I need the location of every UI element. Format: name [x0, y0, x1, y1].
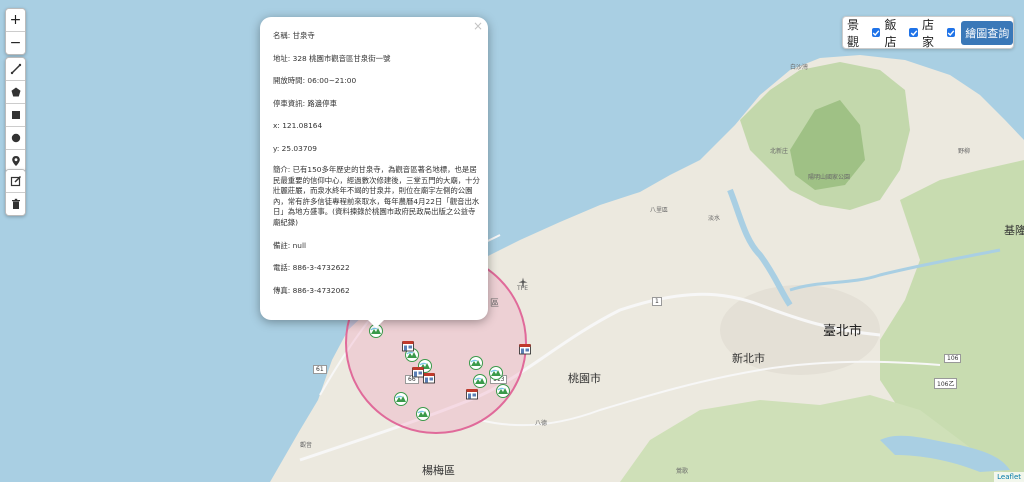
info-popup: × 名稱: 甘泉寺 地址: 328 桃園市觀音區甘泉街一號 開放時間: 06:0… [260, 17, 488, 320]
edit-icon[interactable] [6, 170, 25, 193]
popup-content: 名稱: 甘泉寺 地址: 328 桃園市觀音區甘泉街一號 開放時間: 06:00~… [273, 30, 480, 307]
popup-x: x: 121.08164 [273, 121, 323, 130]
label-district-partial: 區 [490, 299, 500, 309]
popup-description: 簡介: 已有150多年歷史的甘泉寺，為觀音區著名地標，也是居民最重要的信仰中心，… [273, 165, 480, 227]
popup-remark: 備註: null [273, 240, 307, 250]
draw-toolbar [5, 57, 26, 173]
popup-fax: 傳真: 886-3-4732062 [273, 285, 350, 295]
zoom-in-button[interactable]: + [6, 9, 25, 32]
circle-icon[interactable] [6, 127, 25, 150]
scenic-marker-icon[interactable] [416, 406, 430, 425]
scenic-marker-icon[interactable] [469, 355, 483, 374]
zoom-out-button[interactable]: − [6, 32, 25, 54]
road-shield-61: 61 [313, 365, 327, 374]
rectangle-icon[interactable] [6, 104, 25, 127]
airport-icon [518, 272, 528, 291]
layer-label-scenic: 景觀 [847, 17, 860, 49]
label-guanyin: 觀音 [300, 442, 313, 449]
layer-label-hotel: 飯店 [884, 17, 897, 49]
layer-control: 景觀 飯店 店家 繪圖查詢 [842, 16, 1014, 49]
shop-marker-icon[interactable] [411, 364, 425, 383]
map-canvas[interactable] [0, 0, 1024, 482]
edit-toolbar [5, 169, 26, 216]
shop-marker-icon[interactable] [465, 386, 479, 405]
layer-checkbox-shop[interactable] [946, 28, 956, 37]
zoom-control: + − [5, 8, 26, 55]
polygon-icon[interactable] [6, 81, 25, 104]
label-yingge: 鶯歌 [676, 468, 689, 475]
scenic-marker-icon[interactable] [496, 383, 510, 402]
label-bali: 八里區 [650, 207, 669, 214]
label-new-taipei: 新北市 [732, 352, 765, 365]
scenic-marker-icon[interactable] [489, 365, 503, 384]
popup-hours: 開放時間: 06:00~21:00 [273, 76, 357, 85]
road-shield-106b: 106乙 [934, 378, 958, 389]
popup-address: 地址: 328 桃園市觀音區甘泉街一號 [273, 53, 391, 63]
draw-query-button[interactable]: 繪圖查詢 [961, 20, 1013, 45]
shop-marker-icon[interactable] [401, 338, 415, 357]
attribution-link[interactable]: Leaflet [994, 472, 1024, 482]
label-keelung-partial: 基隆 [1004, 224, 1024, 237]
road-shield-106: 106 [944, 354, 962, 363]
popup-y: y: 25.03709 [273, 143, 317, 153]
label-taoyuan: 桃園市 [568, 372, 601, 385]
label-yangmei: 楊梅區 [422, 464, 455, 477]
popup-tip [367, 319, 385, 328]
label-beishi: 北新庄 [770, 148, 789, 155]
trash-icon[interactable] [6, 193, 25, 215]
layer-label-shop: 店家 [921, 17, 934, 49]
label-taipei: 臺北市 [823, 324, 863, 339]
label-baisha: 白沙灣 [790, 64, 809, 71]
label-yeliu: 野柳 [958, 148, 971, 155]
road-shield-1: 1 [652, 297, 662, 306]
scenic-marker-icon[interactable] [394, 391, 408, 410]
layer-checkbox-hotel[interactable] [909, 28, 918, 37]
popup-phone: 電話: 886-3-4732622 [273, 263, 350, 272]
popup-name: 名稱: 甘泉寺 [273, 31, 315, 40]
popup-parking: 停車資訊: 路邊停車 [273, 98, 337, 108]
layer-checkbox-scenic[interactable] [871, 28, 881, 37]
label-yangming: 陽明山國家公園 [808, 174, 851, 181]
label-bade: 八德 [535, 420, 548, 427]
label-tamsui: 淡水 [708, 215, 721, 222]
shop-marker-icon[interactable] [518, 341, 532, 360]
polyline-icon[interactable] [6, 58, 25, 81]
